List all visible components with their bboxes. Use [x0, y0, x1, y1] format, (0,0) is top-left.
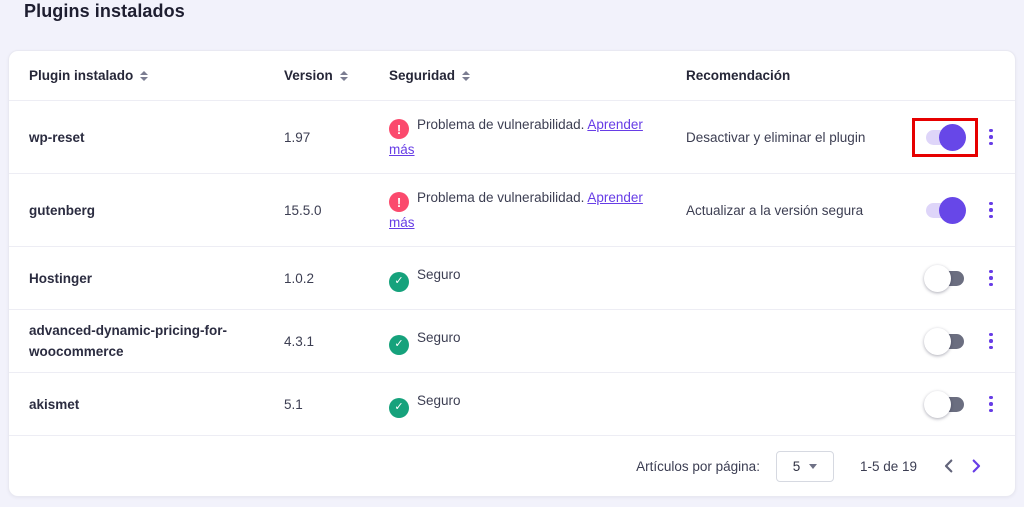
security-cell: !Problema de vulnerabilidad. Aprender má… — [389, 114, 667, 161]
kebab-menu-icon[interactable] — [985, 329, 997, 354]
sort-icon[interactable] — [140, 71, 148, 81]
column-header-version[interactable]: Version — [284, 68, 389, 83]
toggle-knob — [924, 265, 951, 292]
plugin-version: 4.3.1 — [284, 331, 389, 352]
check-icon: ✓ — [389, 335, 409, 355]
plugin-version: 15.5.0 — [284, 200, 389, 221]
plugin-name: gutenberg — [29, 200, 284, 221]
security-text: Problema de vulnerabilidad. — [417, 117, 587, 132]
column-header-version-label: Version — [284, 68, 333, 83]
plugin-version: 5.1 — [284, 394, 389, 415]
plugin-name: wp-reset — [29, 127, 284, 148]
sort-icon[interactable] — [462, 71, 470, 81]
table-row: advanced-dynamic-pricing-for-woocommerce… — [9, 310, 1015, 373]
chevron-right-icon[interactable] — [965, 455, 987, 477]
plugin-toggle[interactable] — [925, 124, 965, 151]
recommendation-text: Actualizar a la versión segura — [686, 200, 913, 221]
plugins-table-card: Plugin instalado Version Seguridad Recom… — [8, 50, 1016, 497]
plugin-toggle[interactable] — [925, 391, 965, 418]
items-per-page-select[interactable]: 5 — [776, 451, 834, 482]
page-title: Plugins instalados — [24, 1, 185, 22]
plugin-name: akismet — [29, 394, 284, 415]
table-row: wp-reset 1.97 ! Problema de vulnerabilida… — [9, 101, 1015, 174]
toggle-knob — [924, 391, 951, 418]
toggle-knob — [924, 328, 951, 355]
column-header-recommendation-label: Recomendación — [686, 68, 790, 83]
items-per-page-value: 5 — [793, 459, 801, 474]
plugin-name: advanced-dynamic-pricing-for-woocommerce — [29, 320, 284, 362]
warning-icon: ! — [389, 192, 409, 212]
table-header-row: Plugin instalado Version Seguridad Recom… — [9, 51, 1015, 101]
table-row: Hostinger 1.0.2 ✓ Seguro — [9, 247, 1015, 310]
plugin-toggle[interactable] — [925, 265, 965, 292]
security-text: Seguro — [417, 393, 461, 408]
table-row: akismet 5.1 ✓ Seguro — [9, 373, 1015, 436]
caret-down-icon — [809, 464, 817, 469]
warning-icon: ! — [389, 119, 409, 139]
security-cell: ✓ Seguro — [389, 264, 667, 292]
kebab-menu-icon[interactable] — [985, 198, 997, 223]
column-header-security-label: Seguridad — [389, 68, 455, 83]
toggle-knob — [939, 197, 966, 224]
sort-icon[interactable] — [340, 71, 348, 81]
recommendation-text: Desactivar y eliminar el plugin — [686, 127, 913, 148]
plugin-version: 1.0.2 — [284, 268, 389, 289]
check-icon: ✓ — [389, 398, 409, 418]
column-header-recommendation: Recomendación — [686, 68, 913, 83]
plugin-toggle[interactable] — [925, 197, 965, 224]
plugin-version: 1.97 — [284, 127, 389, 148]
items-per-page-label: Artículos por página: — [636, 459, 760, 474]
kebab-menu-icon[interactable] — [985, 392, 997, 417]
plugin-toggle[interactable] — [925, 328, 965, 355]
column-header-security[interactable]: Seguridad — [389, 68, 686, 83]
security-text: Seguro — [417, 267, 461, 282]
security-text: Problema de vulnerabilidad. — [417, 190, 587, 205]
column-header-plugin-label: Plugin instalado — [29, 68, 133, 83]
security-text: Seguro — [417, 330, 461, 345]
table-body: wp-reset 1.97 ! Problema de vulnerabilida… — [9, 101, 1015, 436]
table-row: gutenberg 15.5.0 ! Problema de vulnerabil… — [9, 174, 1015, 247]
toggle-knob — [939, 124, 966, 151]
kebab-menu-icon[interactable] — [985, 125, 997, 150]
column-header-plugin[interactable]: Plugin instalado — [29, 68, 284, 83]
check-icon: ✓ — [389, 272, 409, 292]
security-cell: !Problema de vulnerabilidad. Aprender má… — [389, 187, 667, 234]
security-cell: ✓ Seguro — [389, 327, 667, 355]
pagination-range: 1-5 de 19 — [860, 459, 917, 474]
chevron-left-icon[interactable] — [937, 455, 959, 477]
pagination-footer: Artículos por página: 5 1-5 de 19 — [9, 436, 1015, 496]
plugin-name: Hostinger — [29, 268, 284, 289]
security-cell: ✓ Seguro — [389, 390, 667, 418]
kebab-menu-icon[interactable] — [985, 266, 997, 291]
